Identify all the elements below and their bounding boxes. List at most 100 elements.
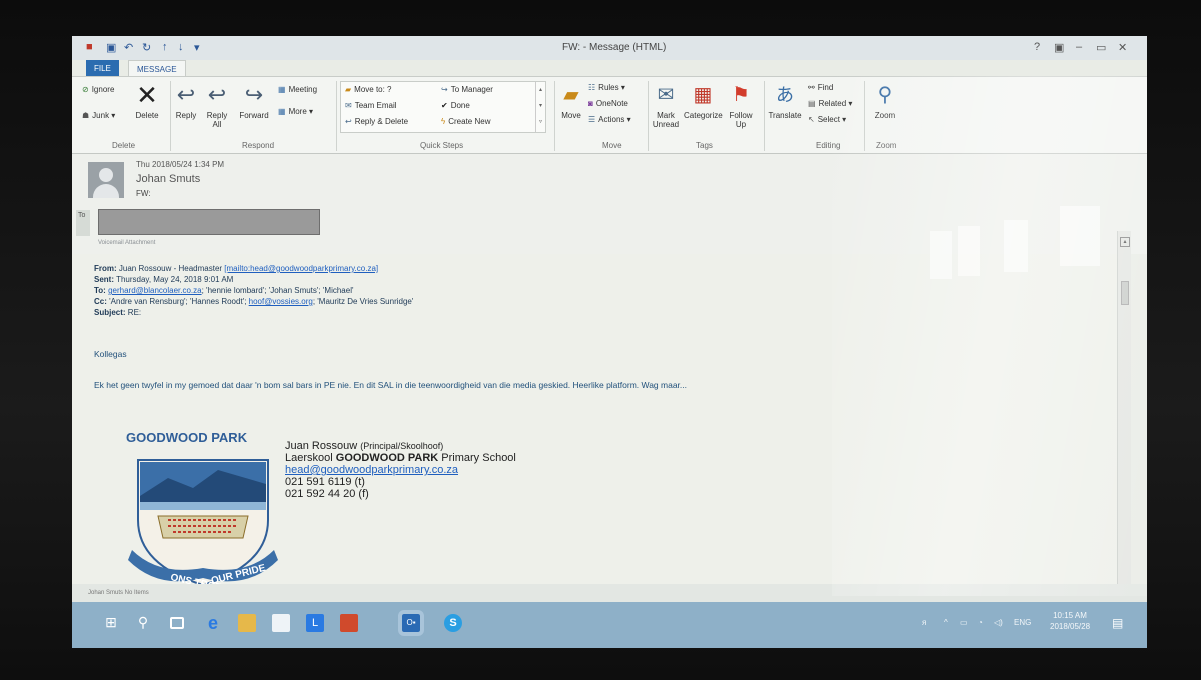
- from-mailto-link[interactable]: [mailto:head@goodwoodparkprimary.co.za]: [224, 264, 378, 273]
- ribbon-options-icon[interactable]: ▣: [1054, 41, 1064, 54]
- meeting-button[interactable]: ▦ Meeting: [278, 85, 317, 94]
- move-folder-icon: ▰: [563, 84, 579, 106]
- cc-email-link[interactable]: hoof@vossies.org: [249, 297, 313, 306]
- minimize-button[interactable]: –: [1076, 41, 1082, 53]
- screen: ■ ▣ ↶ ↻ ↑ ↓ ▾ FW: - Message (HTML) ? ▣ –…: [72, 36, 1147, 648]
- junk-button[interactable]: ☗ Junk ▾: [82, 111, 115, 120]
- categorize-button[interactable]: ▦ Categorize: [684, 81, 723, 120]
- outlook-taskbar-icon[interactable]: O▪: [398, 610, 424, 636]
- follow-up-button[interactable]: ⚑ Follow Up: [726, 81, 756, 129]
- volume-icon[interactable]: ◁): [994, 618, 1003, 627]
- separator: [648, 81, 649, 151]
- lightning-icon: ϟ: [441, 117, 446, 127]
- window-reflection: [930, 231, 952, 279]
- related-button[interactable]: ▤ Related ▾: [808, 99, 852, 108]
- tags-group-label: Tags: [696, 141, 713, 150]
- separator: [764, 81, 765, 151]
- signature-email-link[interactable]: head@goodwoodparkprimary.co.za: [285, 464, 516, 476]
- signature-block: Juan Rossouw (Principal/Skoolhoof) Laers…: [285, 440, 516, 500]
- ignore-icon: ⊘: [82, 85, 89, 95]
- up-arrow-icon[interactable]: ↑: [162, 41, 168, 53]
- clock-time: 10:15 AM: [1053, 611, 1087, 620]
- store-icon[interactable]: [272, 614, 290, 632]
- onenote-icon: ◙: [588, 99, 593, 109]
- delete-button[interactable]: ✕ Delete: [130, 81, 164, 120]
- more-respond-button[interactable]: ▦ More ▾: [278, 107, 313, 116]
- gallery-scroll[interactable]: ▴ ▾ ▿: [535, 82, 545, 132]
- zoom-button[interactable]: ⚲ Zoom: [870, 81, 900, 120]
- tab-file[interactable]: FILE: [86, 60, 119, 76]
- system-tray: ᴙ ^ ▭ ◔ ◁) ENG: [922, 612, 1142, 638]
- forward-button[interactable]: ↪ Forward: [236, 81, 272, 120]
- related-icon: ▤: [808, 99, 816, 109]
- search-icon[interactable]: ⚲: [134, 614, 152, 632]
- onenote-button[interactable]: ◙ OneNote: [588, 99, 628, 108]
- quick-step-reply-delete[interactable]: ↩ Reply & Delete: [345, 117, 408, 126]
- chevron-up-icon[interactable]: ^: [944, 618, 948, 627]
- quick-step-team-email[interactable]: ✉ Team Email: [345, 101, 397, 110]
- title-bar: ■ ▣ ↶ ↻ ↑ ↓ ▾ FW: - Message (HTML) ? ▣ –…: [72, 36, 1147, 60]
- lync-icon[interactable]: L: [306, 614, 324, 632]
- quick-step-create-new[interactable]: ϟ Create New: [441, 117, 490, 126]
- translate-button[interactable]: あ Translate: [768, 81, 802, 120]
- actions-button[interactable]: ☰ Actions ▾: [588, 115, 631, 124]
- reply-all-button[interactable]: ↩ Reply All: [202, 81, 232, 129]
- scroll-thumb[interactable]: [1121, 281, 1129, 305]
- vertical-scrollbar[interactable]: ▴: [1117, 231, 1131, 584]
- attachment-label[interactable]: Voicemail Attachment: [98, 240, 155, 246]
- ignore-button[interactable]: ⊘ Ignore: [82, 85, 114, 94]
- undo-icon[interactable]: ↶: [124, 41, 133, 54]
- window-reflection: [1060, 206, 1100, 266]
- edge-icon[interactable]: e: [204, 614, 222, 632]
- window-title: FW: - Message (HTML): [562, 42, 667, 53]
- language-indicator[interactable]: ENG: [1014, 618, 1031, 627]
- quick-step-done[interactable]: ✔ Done: [441, 101, 470, 110]
- task-view-icon[interactable]: [170, 617, 184, 629]
- taskbar-clock[interactable]: 10:15 AM 2018/05/28: [1050, 610, 1090, 632]
- help-icon[interactable]: ?: [1034, 41, 1040, 53]
- quick-steps-group-label: Quick Steps: [420, 141, 464, 150]
- close-button[interactable]: ✕: [1118, 41, 1127, 54]
- file-explorer-icon[interactable]: [238, 614, 256, 632]
- move-button[interactable]: ▰ Move: [558, 81, 584, 120]
- to-label: To: [76, 210, 90, 236]
- battery-icon[interactable]: ▭: [960, 618, 968, 627]
- actions-icon: ☰: [588, 115, 596, 125]
- quick-step-move-to[interactable]: ▰ Move to: ?: [345, 85, 392, 94]
- delete-x-icon: ✕: [136, 80, 158, 110]
- skype-icon[interactable]: S: [444, 614, 462, 632]
- separator: [554, 81, 555, 151]
- school-crest-logo: ONS TROTS OUR PRIDE: [128, 459, 278, 595]
- start-windows-icon[interactable]: ⊞: [102, 614, 120, 632]
- sender-name[interactable]: Johan Smuts: [136, 173, 200, 185]
- reply-all-icon: ↩: [207, 82, 227, 107]
- save-icon[interactable]: ▣: [106, 41, 116, 54]
- down-arrow-icon[interactable]: ↓: [178, 41, 184, 53]
- message-header: Thu 2018/05/24 1:34 PM Johan Smuts FW: T…: [72, 154, 1147, 254]
- maximize-button[interactable]: ▭: [1096, 41, 1106, 54]
- find-button[interactable]: ⚯ Find: [808, 83, 833, 92]
- quick-step-to-manager[interactable]: ↪ To Manager: [441, 85, 493, 94]
- network-icon[interactable]: ◔: [978, 618, 983, 627]
- window-reflection: [958, 226, 980, 276]
- envelope-icon: ✉: [657, 84, 675, 106]
- sent-line: Sent: Thursday, May 24, 2018 9:01 AM: [94, 275, 234, 284]
- reply-button[interactable]: ↩ Reply: [172, 81, 200, 120]
- scroll-up-button[interactable]: ▴: [1120, 237, 1130, 247]
- zoom-group-label: Zoom: [876, 141, 897, 150]
- reply-icon: ↩: [176, 82, 196, 107]
- separator: [336, 81, 337, 151]
- to-email-link[interactable]: gerhard@blancolaer.co.za: [108, 286, 202, 295]
- redo-icon[interactable]: ↻: [142, 41, 151, 54]
- office-app-icon[interactable]: [340, 614, 358, 632]
- select-button[interactable]: ↖ Select ▾: [808, 115, 846, 124]
- quick-steps-gallery: ▰ Move to: ? ✉ Team Email ↩ Reply & Delete …: [340, 81, 546, 133]
- action-center-icon[interactable]: ▤: [1112, 616, 1123, 630]
- people-icon[interactable]: ᴙ: [922, 618, 926, 627]
- binoculars-icon: ⚯: [808, 83, 815, 93]
- separator: [864, 81, 865, 151]
- customize-qat-icon[interactable]: ▾: [194, 41, 200, 54]
- tab-message[interactable]: MESSAGE: [128, 60, 186, 76]
- rules-button[interactable]: ☷ Rules ▾: [588, 83, 625, 92]
- mark-unread-button[interactable]: ✉ Mark Unread: [652, 81, 680, 129]
